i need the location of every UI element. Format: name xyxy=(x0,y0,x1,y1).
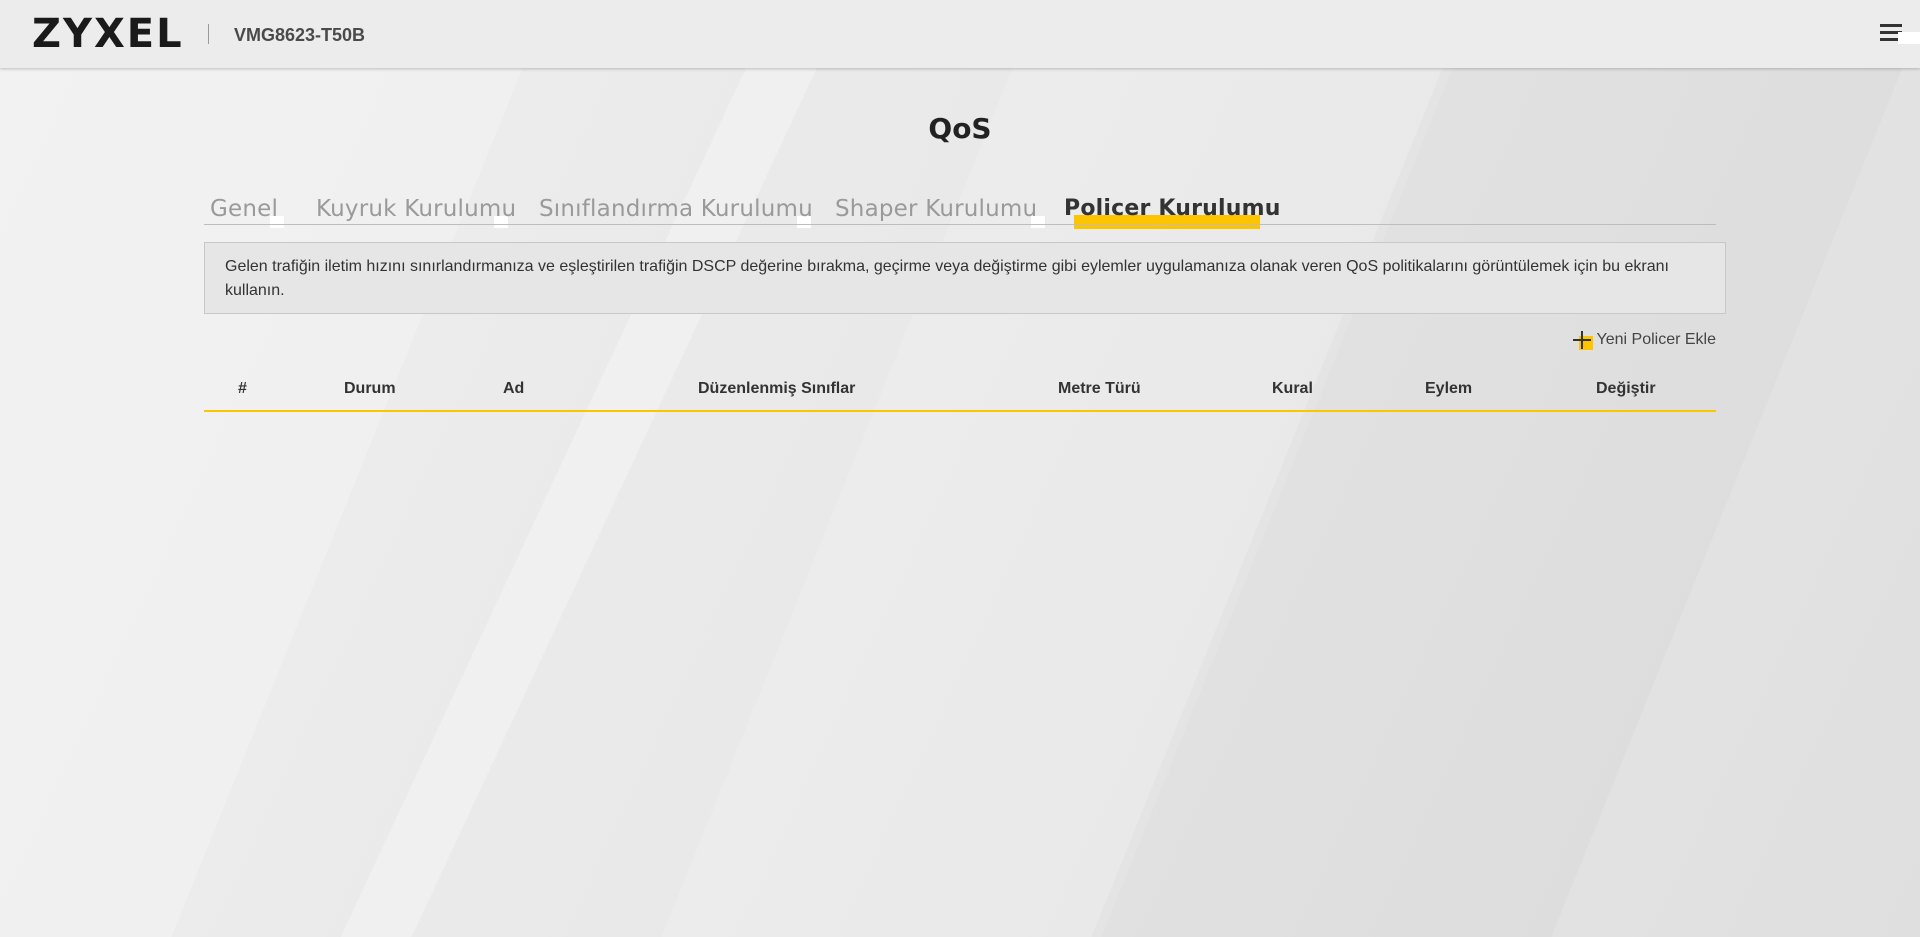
tab-policer-kurulumu[interactable]: Policer Kurulumu xyxy=(1064,196,1281,229)
column-header-degistir: Değiştir xyxy=(1596,380,1656,397)
info-description: Gelen trafiğin iletim hızını sınırlandır… xyxy=(204,242,1726,314)
zyxel-logo[interactable]: ZYXEL xyxy=(32,12,184,56)
column-header-duzenlenmis-siniflar: Düzenlenmiş Sınıflar xyxy=(698,380,856,397)
tab-bar: Genel Kuyruk Kurulumu Sınıflandırma Kuru… xyxy=(204,196,1716,229)
tab-label: Kuyruk Kurulumu xyxy=(316,196,517,222)
column-header-kural: Kural xyxy=(1272,380,1313,397)
column-header-eylem: Eylem xyxy=(1425,380,1473,397)
page-title: QoS xyxy=(928,112,992,145)
tab-label: Genel xyxy=(210,196,279,222)
column-header-durum: Durum xyxy=(344,380,396,397)
device-model: VMG8623-T50B xyxy=(234,25,366,45)
menu-highlight xyxy=(1898,32,1920,44)
tab-kuyruk-kurulumu[interactable]: Kuyruk Kurulumu xyxy=(316,196,517,228)
add-policer-button[interactable]: Yeni Policer Ekle xyxy=(1572,330,1716,350)
tab-genel[interactable]: Genel xyxy=(210,196,284,228)
header-divider xyxy=(208,24,209,44)
tab-siniflandirma-kurulumu[interactable]: Sınıflandırma Kurulumu xyxy=(539,196,813,228)
policer-table-header: # Durum Ad Düzenlenmiş Sınıflar Metre Tü… xyxy=(204,374,1716,412)
column-header-metre-turu: Metre Türü xyxy=(1058,380,1141,397)
column-header-index: # xyxy=(238,380,247,397)
top-bar: ZYXEL VMG8623-T50B xyxy=(0,0,1920,68)
add-policer-label: Yeni Policer Ekle xyxy=(1596,331,1716,348)
main-content: QoS Genel Kuyruk Kurulumu Sınıflandırma … xyxy=(0,0,1920,937)
tab-label: Policer Kurulumu xyxy=(1064,196,1281,221)
tab-label: Sınıflandırma Kurulumu xyxy=(539,196,813,222)
column-header-ad: Ad xyxy=(503,380,525,397)
tab-label: Shaper Kurulumu xyxy=(835,196,1038,222)
plus-icon xyxy=(1572,330,1593,350)
tab-shaper-kurulumu[interactable]: Shaper Kurulumu xyxy=(835,196,1045,228)
